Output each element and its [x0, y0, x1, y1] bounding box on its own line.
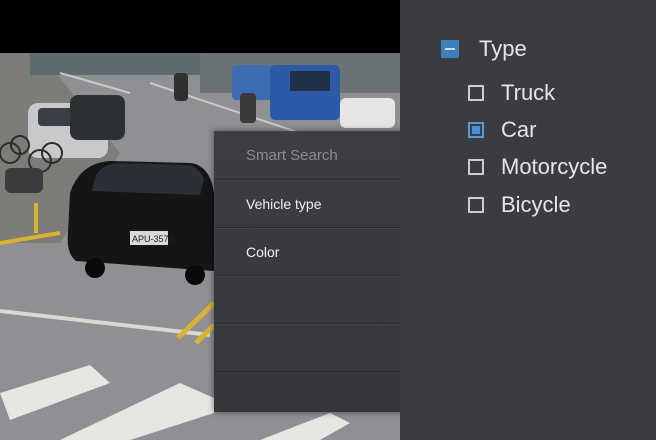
- menu-item-empty: [214, 324, 422, 372]
- type-group: Type: [441, 36, 527, 62]
- option-motorcycle[interactable]: Motorcycle: [468, 154, 607, 180]
- truck-label: Truck: [501, 80, 556, 105]
- car-label: Car: [501, 117, 537, 142]
- vehicle-type-panel: Type Truck Car Motorcycle Bicycle: [400, 0, 656, 440]
- car-checkbox[interactable]: [468, 122, 484, 138]
- motorcycle-label: Motorcycle: [501, 154, 608, 179]
- menu-item-vehicle-type[interactable]: Vehicle type: [214, 180, 422, 228]
- truck-checkbox[interactable]: [468, 85, 484, 101]
- license-plate: APU-3579: [132, 234, 174, 244]
- option-bicycle[interactable]: Bicycle: [468, 192, 571, 218]
- top-black-bar: [0, 0, 400, 53]
- type-group-label: Type: [479, 36, 527, 61]
- bicycle-label: Bicycle: [501, 192, 571, 217]
- menu-item-color[interactable]: Color: [214, 228, 422, 276]
- bicycle-checkbox[interactable]: [468, 197, 484, 213]
- menu-item-empty: [214, 276, 422, 324]
- option-truck[interactable]: Truck: [468, 80, 555, 106]
- motorcycle-checkbox[interactable]: [468, 159, 484, 175]
- menu-header-smart-search: Smart Search: [214, 131, 422, 180]
- type-collapse-toggle[interactable]: [441, 40, 459, 58]
- option-car[interactable]: Car: [468, 117, 536, 143]
- smart-search-menu: Smart Search Vehicle type Color: [214, 131, 422, 412]
